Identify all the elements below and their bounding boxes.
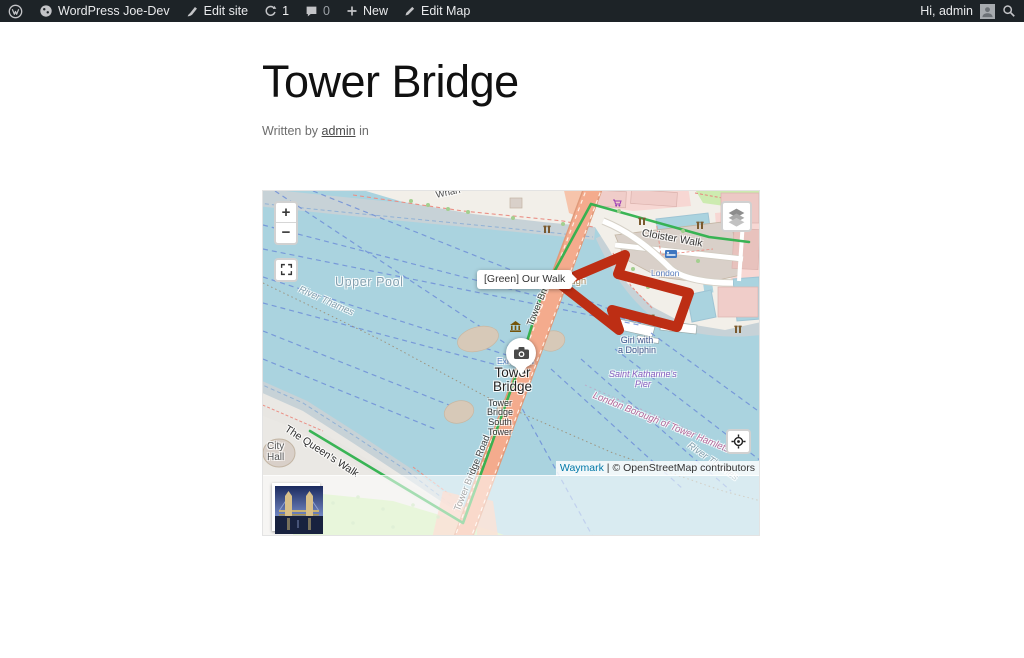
wordpress-logo-menu[interactable] (0, 0, 31, 22)
route-tooltip-text: [Green] Our Walk (484, 273, 565, 285)
zoom-out-button[interactable]: − (276, 223, 296, 243)
wordpress-logo-icon (8, 4, 23, 19)
map-attribution: Waymark | © OpenStreetMap contributors (556, 461, 759, 476)
route-tooltip: [Green] Our Walk (477, 270, 572, 289)
layers-icon (726, 206, 747, 227)
comments-count: 0 (323, 4, 330, 18)
avatar[interactable] (980, 4, 995, 19)
brush-icon (186, 5, 199, 18)
new-label: New (363, 4, 388, 18)
byline: Written by admin in (262, 124, 760, 138)
search-icon[interactable] (1002, 4, 1016, 18)
my-sites-menu[interactable]: WordPress Joe-Dev (31, 0, 178, 22)
byline-prefix: Written by (262, 124, 318, 138)
waymark-map[interactable]: WharfUpper PoolRiver ThamesThe Queen's W… (262, 190, 760, 536)
new-content-menu[interactable]: New (338, 0, 396, 22)
edit-map-menu[interactable]: Edit Map (396, 0, 478, 22)
author-link[interactable]: admin (322, 124, 356, 138)
gallery-thumbnail[interactable] (272, 483, 320, 531)
plus-icon (346, 5, 358, 17)
network-icon (39, 4, 53, 18)
account-greeting[interactable]: Hi, admin (920, 4, 973, 18)
zoom-control: + − (274, 201, 298, 245)
zoom-in-button[interactable]: + (276, 203, 296, 223)
page-title: Tower Bridge (262, 58, 760, 107)
byline-suffix: in (359, 124, 369, 138)
hotel-icon (665, 250, 677, 258)
waymark-link[interactable]: Waymark (560, 462, 604, 474)
updates-count: 1 (282, 4, 289, 18)
layers-button[interactable] (721, 201, 752, 232)
attribution-text: © OpenStreetMap contributors (612, 462, 755, 474)
update-icon (264, 5, 277, 18)
comment-icon (305, 5, 318, 18)
edit-site-menu[interactable]: Edit site (178, 0, 256, 22)
locate-button[interactable] (726, 429, 751, 454)
admin-bar: WordPress Joe-Dev Edit site 1 0 New Edit… (0, 0, 1024, 22)
camera-icon (514, 347, 529, 359)
edit-site-label: Edit site (204, 4, 248, 18)
gallery-strip (263, 475, 760, 536)
locate-icon (731, 434, 746, 449)
photo-marker[interactable] (506, 338, 536, 368)
fullscreen-button[interactable] (274, 258, 298, 282)
tower-bridge-photo (275, 486, 323, 534)
pencil-icon (404, 5, 416, 17)
site-name: WordPress Joe-Dev (58, 4, 170, 18)
edit-map-label: Edit Map (421, 4, 470, 18)
fullscreen-icon (280, 263, 293, 276)
post-content: Tower Bridge Written by admin in (262, 22, 760, 536)
comments-menu[interactable]: 0 (297, 0, 338, 22)
updates-menu[interactable]: 1 (256, 0, 297, 22)
